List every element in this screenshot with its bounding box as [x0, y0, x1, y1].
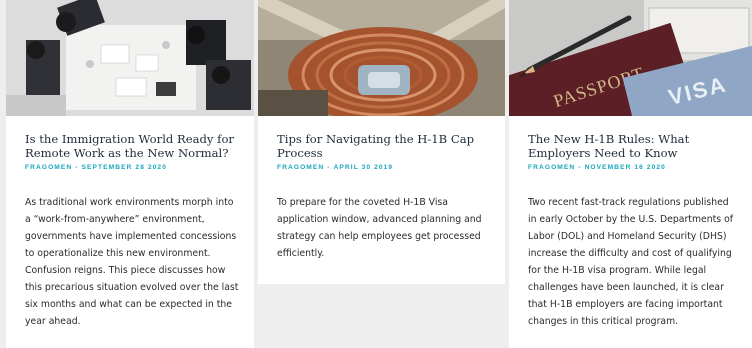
article-title[interactable]: Is the Immigration World Ready for Remot… [25, 132, 242, 160]
article-excerpt: As traditional work environments morph i… [25, 197, 239, 327]
article-author[interactable]: FRAGOMEN [277, 164, 324, 171]
article-meta: FRAGOMEN - SEPTEMBER 28 2020 [25, 164, 167, 171]
article-title[interactable]: Tips for Navigating the H-1B Cap Process [277, 132, 493, 160]
article-image-meeting[interactable] [6, 0, 254, 116]
article-author[interactable]: FRAGOMEN [25, 164, 72, 171]
passport-visa-photo: PASSPORT VISA [509, 0, 752, 116]
article-title[interactable]: The New H-1B Rules: What Employers Need … [528, 132, 740, 160]
article-excerpt: Two recent fast-track regulations publis… [528, 197, 734, 327]
article-grid: Is the Immigration World Ready for Remot… [0, 0, 752, 348]
article-image-passport[interactable]: PASSPORT VISA [509, 0, 752, 116]
article-date: APRIL 30 2019 [333, 164, 394, 171]
meeting-photo [6, 0, 254, 116]
rope-photo [258, 0, 505, 116]
meta-separator: - [327, 164, 331, 171]
article-card-remote-work[interactable]: Is the Immigration World Ready for Remot… [6, 0, 254, 348]
article-author[interactable]: FRAGOMEN [528, 164, 575, 171]
meta-separator: - [578, 164, 582, 171]
article-image-rope[interactable] [258, 0, 505, 116]
article-meta: FRAGOMEN - NOVEMBER 16 2020 [528, 164, 666, 171]
article-date: NOVEMBER 16 2020 [584, 164, 666, 171]
article-date: SEPTEMBER 28 2020 [81, 164, 167, 171]
article-card-h1b-cap[interactable]: Tips for Navigating the H-1B Cap Process… [258, 0, 505, 284]
article-meta: FRAGOMEN - APRIL 30 2019 [277, 164, 393, 171]
article-card-new-h1b-rules[interactable]: PASSPORT VISA The New H-1B Rules: What E… [509, 0, 752, 348]
meta-separator: - [75, 164, 79, 171]
article-excerpt: To prepare for the coveted H-1B Visa app… [277, 197, 482, 259]
